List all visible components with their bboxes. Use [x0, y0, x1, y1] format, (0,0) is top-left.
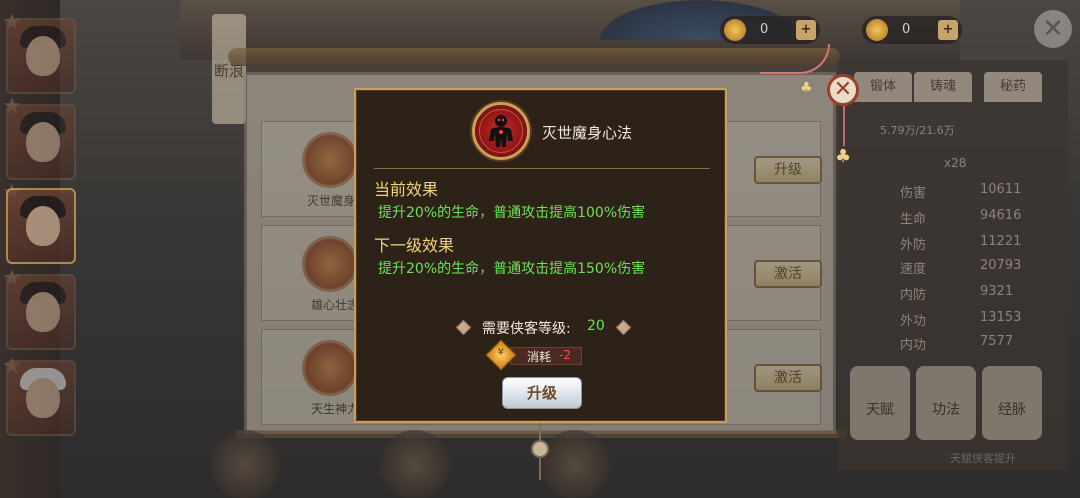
diamond-icon: [455, 319, 472, 336]
coin-icon: ¥: [485, 339, 517, 371]
divider: [374, 168, 710, 169]
cost-row: 消耗 -2 ¥: [485, 339, 590, 371]
next-effect-heading: 下一级效果: [374, 236, 455, 255]
cost-box: 消耗 -2: [510, 347, 582, 365]
skill-detail-dialog: 灭世魔身心法 当前效果 提升20%的生命，普通攻击提高100%伤害 下一级效果 …: [354, 88, 727, 423]
cost-label: 消耗: [527, 350, 552, 364]
next-effect-text: 提升20%的生命，普通攻击提高150%伤害: [378, 261, 646, 277]
requirement-row: 需要侠客等级: 20: [454, 318, 634, 338]
demon-figure-icon: [489, 115, 513, 147]
upgrade-button[interactable]: 升级: [502, 377, 582, 409]
skill-title: 灭世魔身心法: [542, 124, 633, 142]
requirement-label: 需要侠客等级:: [482, 321, 571, 337]
diamond-icon: [615, 319, 632, 336]
requirement-value: 20: [587, 318, 605, 334]
cost-value: -2: [559, 348, 571, 362]
current-effect-text: 提升20%的生命，普通攻击提高100%伤害: [378, 205, 646, 221]
game-screen: ★ ★ ★ ★ ★ 0 + 0 + ✕ 断浪 灭世魔身心 升级 雄心壮志· 激活: [0, 0, 1080, 498]
current-effect-heading: 当前效果: [374, 180, 439, 199]
skill-badge: [472, 102, 530, 160]
